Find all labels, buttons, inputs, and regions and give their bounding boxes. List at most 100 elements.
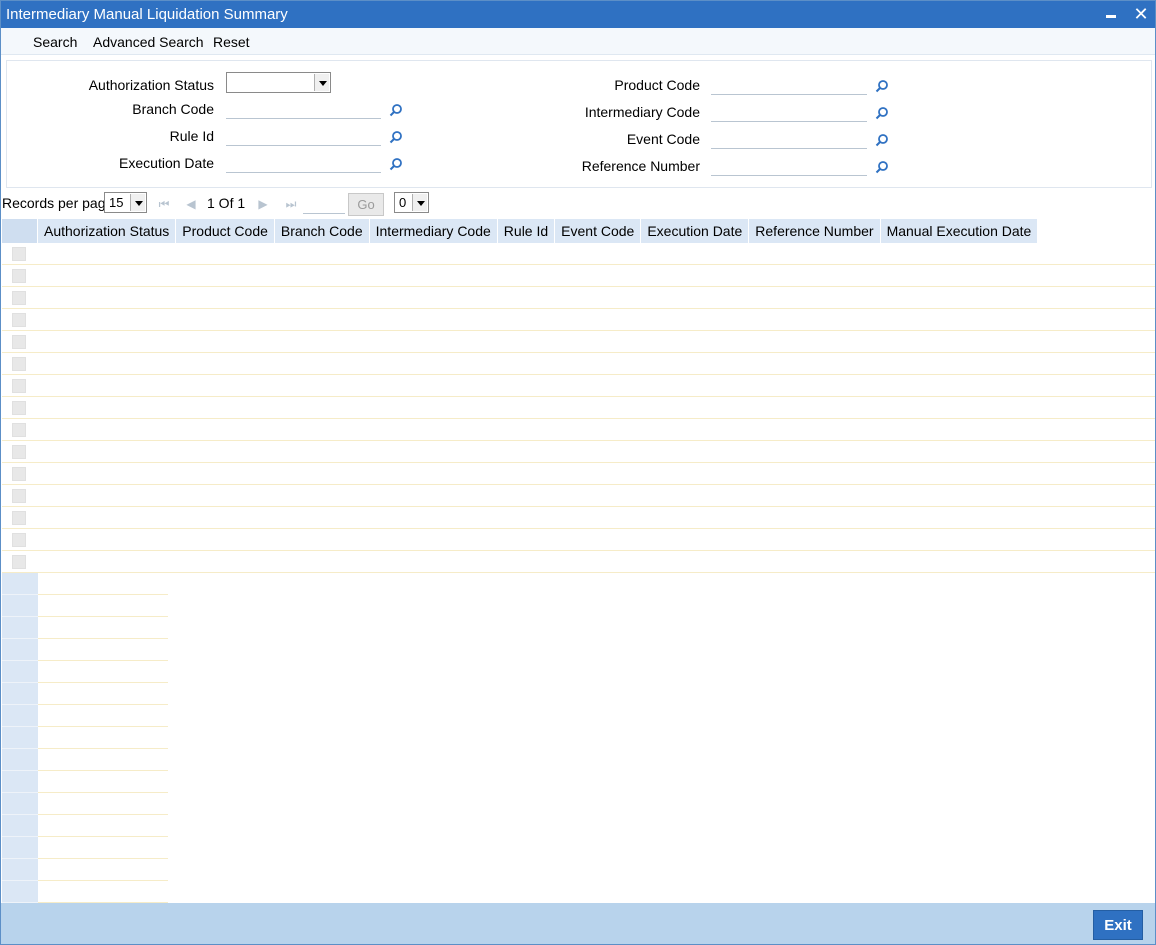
column-manual-execution-date[interactable]: Manual Execution Date — [881, 219, 1039, 243]
search-button[interactable]: Search — [33, 34, 77, 50]
table-row[interactable] — [2, 331, 1155, 353]
column-rule-id[interactable]: Rule Id — [498, 219, 556, 243]
empty-row — [2, 859, 168, 881]
row-checkbox[interactable] — [12, 511, 26, 525]
table-row[interactable] — [2, 309, 1155, 331]
row-selector — [2, 683, 38, 705]
column-product-code[interactable]: Product Code — [176, 219, 275, 243]
records-per-page-select[interactable]: 15 — [104, 192, 147, 213]
empty-row — [2, 727, 168, 749]
table-row[interactable] — [2, 441, 1155, 463]
search-icon[interactable] — [875, 160, 889, 174]
close-icon[interactable]: ✕ — [1131, 4, 1151, 24]
row-checkbox[interactable] — [12, 269, 26, 283]
column-intermediary-code[interactable]: Intermediary Code — [370, 219, 498, 243]
column-branch-code[interactable]: Branch Code — [275, 219, 370, 243]
product-code-input[interactable] — [711, 73, 867, 95]
row-checkbox[interactable] — [12, 467, 26, 481]
advanced-search-button[interactable]: Advanced Search — [93, 34, 204, 50]
search-icon[interactable] — [389, 157, 403, 171]
event-code-input[interactable] — [711, 127, 867, 149]
row-selector — [2, 771, 38, 793]
select-all-cell[interactable] — [2, 219, 38, 243]
row-checkbox[interactable] — [12, 313, 26, 327]
intermediary-code-input[interactable] — [711, 100, 867, 122]
reference-number-input[interactable] — [711, 154, 867, 176]
chevron-down-icon — [412, 194, 427, 211]
table-row[interactable] — [2, 353, 1155, 375]
search-icon[interactable] — [389, 103, 403, 117]
column-execution-date[interactable]: Execution Date — [641, 219, 750, 243]
rule-id-input[interactable] — [226, 124, 381, 146]
exit-button[interactable]: Exit — [1093, 910, 1143, 940]
empty-row — [2, 815, 168, 837]
row-selector — [2, 859, 38, 881]
results-grid-header: Authorization Status Product Code Branch… — [2, 219, 1039, 243]
search-criteria-panel: Authorization Status Branch Code Rule Id… — [6, 60, 1152, 188]
table-row[interactable] — [2, 485, 1155, 507]
empty-row — [2, 595, 168, 617]
previous-page-icon[interactable]: ◀ — [184, 197, 198, 211]
row-checkbox[interactable] — [12, 445, 26, 459]
table-row[interactable] — [2, 375, 1155, 397]
column-authorization-status[interactable]: Authorization Status — [38, 219, 177, 243]
last-page-icon[interactable]: ⏭ — [284, 197, 298, 211]
search-icon[interactable] — [875, 106, 889, 120]
chevron-down-icon — [314, 74, 329, 91]
minimize-icon[interactable] — [1101, 4, 1121, 24]
empty-row — [2, 881, 168, 903]
row-selector — [2, 837, 38, 859]
row-checkbox[interactable] — [12, 335, 26, 349]
window-title: Intermediary Manual Liquidation Summary — [6, 6, 288, 23]
execution-date-label: Execution Date — [119, 155, 214, 171]
empty-row — [2, 683, 168, 705]
extra-select[interactable]: 0 — [394, 192, 429, 213]
execution-date-input[interactable] — [226, 151, 381, 173]
search-icon[interactable] — [875, 133, 889, 147]
row-checkbox[interactable] — [12, 533, 26, 547]
empty-row — [2, 639, 168, 661]
table-row[interactable] — [2, 243, 1155, 265]
event-code-label: Event Code — [626, 131, 700, 147]
table-row[interactable] — [2, 529, 1155, 551]
pagination-bar: Records per page 15 ⏮ ◀ 1 Of 1 ▶ ⏭ Go 0 — [1, 189, 1155, 219]
search-icon[interactable] — [875, 79, 889, 93]
reset-button[interactable]: Reset — [213, 34, 250, 50]
column-event-code[interactable]: Event Code — [555, 219, 642, 243]
empty-row — [2, 705, 168, 727]
search-icon[interactable] — [389, 130, 403, 144]
table-row[interactable] — [2, 419, 1155, 441]
row-selector — [2, 595, 38, 617]
row-checkbox[interactable] — [12, 291, 26, 305]
table-row[interactable] — [2, 397, 1155, 419]
empty-row — [2, 661, 168, 683]
goto-page-input[interactable] — [303, 194, 345, 214]
row-selector — [2, 793, 38, 815]
row-checkbox[interactable] — [12, 379, 26, 393]
empty-row — [2, 573, 168, 595]
first-page-icon[interactable]: ⏮ — [157, 197, 171, 211]
row-checkbox[interactable] — [12, 423, 26, 437]
table-row[interactable] — [2, 287, 1155, 309]
go-button[interactable]: Go — [348, 193, 384, 216]
table-row[interactable] — [2, 463, 1155, 485]
table-row[interactable] — [2, 507, 1155, 529]
authorization-status-select[interactable] — [226, 72, 331, 93]
row-checkbox[interactable] — [12, 401, 26, 415]
next-page-icon[interactable]: ▶ — [256, 197, 270, 211]
row-selector — [2, 881, 38, 903]
records-per-page-label: Records per page — [2, 195, 114, 211]
row-checkbox[interactable] — [12, 555, 26, 569]
table-row[interactable] — [2, 551, 1155, 573]
row-selector — [2, 705, 38, 727]
row-checkbox[interactable] — [12, 357, 26, 371]
table-row[interactable] — [2, 265, 1155, 287]
row-checkbox[interactable] — [12, 247, 26, 261]
row-checkbox[interactable] — [12, 489, 26, 503]
summary-window: Intermediary Manual Liquidation Summary … — [0, 0, 1156, 945]
rule-id-label: Rule Id — [169, 128, 214, 144]
extra-select-value: 0 — [399, 195, 407, 210]
branch-code-input[interactable] — [226, 97, 381, 119]
column-reference-number[interactable]: Reference Number — [749, 219, 881, 243]
row-selector — [2, 749, 38, 771]
